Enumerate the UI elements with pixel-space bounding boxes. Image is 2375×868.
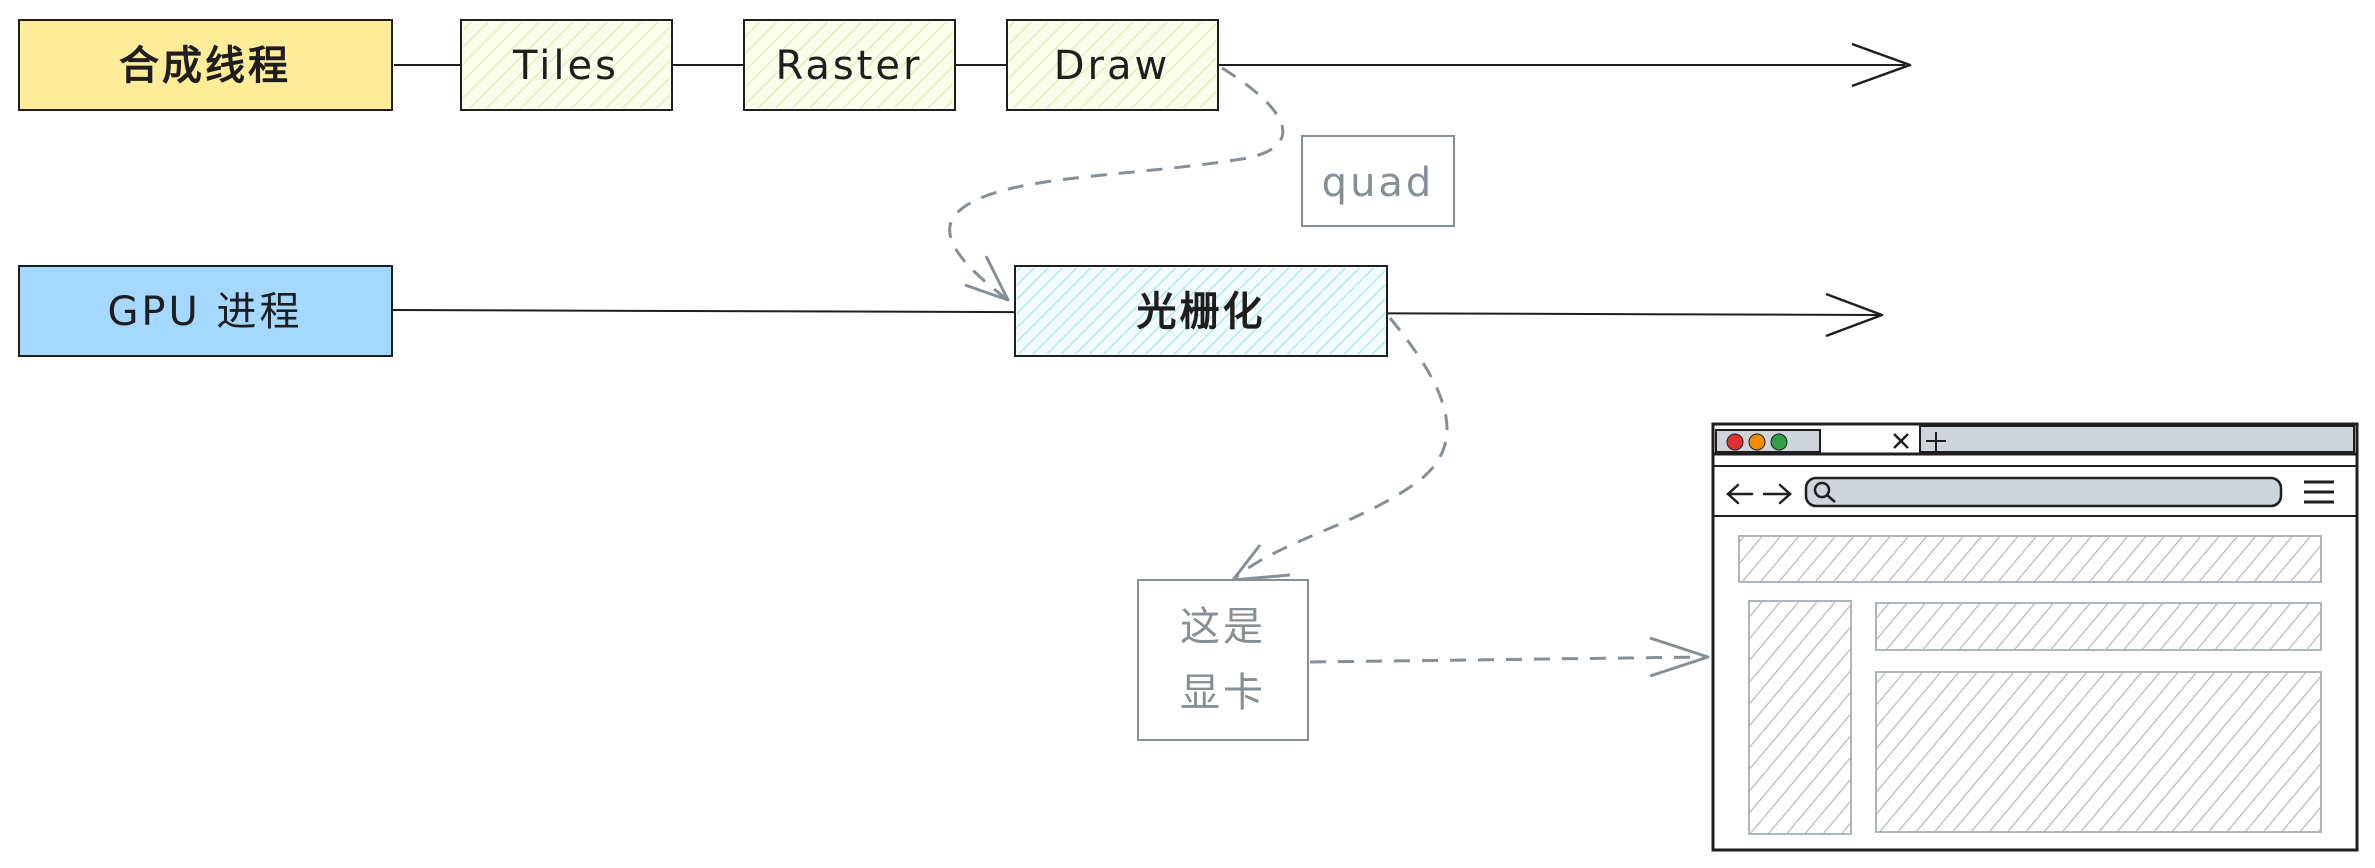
step-draw-label: Draw: [1054, 43, 1170, 89]
compositor-row: 合成线程 Tiles Raster Draw: [18, 19, 1912, 111]
gpu-row: GPU 进程 光栅化: [18, 265, 1884, 357]
content-sidebar-block: [1748, 600, 1852, 835]
step-draw-box: Draw: [1006, 19, 1219, 111]
step-tiles-label: Tiles: [512, 43, 619, 89]
step-tiles-box: Tiles: [460, 19, 673, 111]
gpu-process-box: GPU 进程: [18, 265, 393, 357]
graphics-card-label-line2: 显卡: [1180, 670, 1266, 716]
gpu-process-label: GPU 进程: [107, 289, 302, 335]
graphics-card-label-line1: 这是: [1180, 604, 1266, 650]
raster-to-gpu-card-arrow: [1231, 317, 1449, 582]
rasterization-box: 光栅化: [1014, 265, 1388, 357]
graphics-card-box: 这是 显卡: [1137, 579, 1309, 741]
browser-window-sketch: [1711, 422, 2359, 852]
window-close-dot-icon: [1726, 433, 1744, 451]
compositor-thread-box: 合成线程: [18, 19, 393, 111]
diagram-canvas: 合成线程 Tiles Raster Draw quad GPU 进程 光栅化 这…: [18, 19, 2359, 852]
window-maximize-dot-icon: [1770, 433, 1788, 451]
quad-label: quad: [1322, 160, 1435, 206]
browser-tab-bar-fill: [1919, 425, 2355, 453]
content-header-block: [1738, 535, 2322, 583]
gpu-card-to-browser-arrow: [1309, 636, 1710, 678]
compositor-thread-label: 合成线程: [119, 43, 291, 89]
content-top-bar-block: [1875, 602, 2322, 651]
step-raster-box: Raster: [743, 19, 956, 111]
rasterization-label: 光栅化: [1137, 289, 1266, 335]
quad-label-box: quad: [1301, 135, 1455, 227]
step-raster-label: Raster: [775, 43, 922, 89]
window-minimize-dot-icon: [1748, 433, 1766, 451]
address-bar: [1804, 476, 2283, 508]
content-main-block: [1875, 671, 2322, 833]
